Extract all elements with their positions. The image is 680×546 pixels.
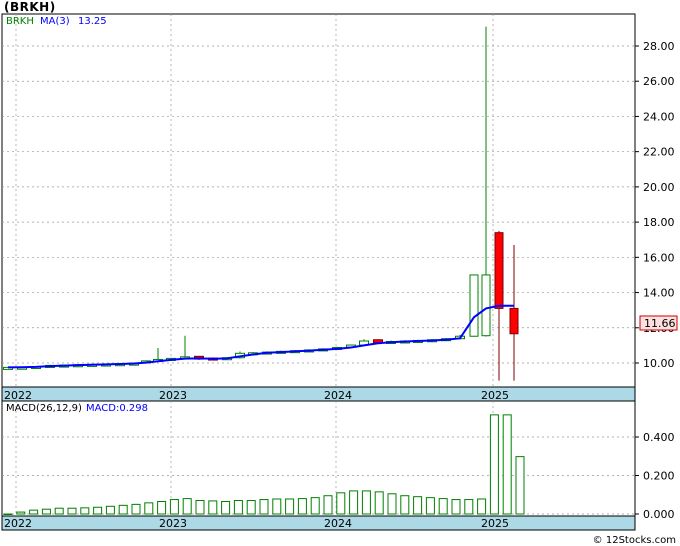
candle-body bbox=[469, 274, 479, 337]
price-xtick-label: 2025 bbox=[481, 389, 509, 402]
candle-body bbox=[509, 307, 519, 335]
macd-bar bbox=[131, 503, 141, 515]
price-xtick-label: 2023 bbox=[159, 389, 187, 402]
macd-xtick-label: 2024 bbox=[324, 517, 352, 530]
price-tick-label: 24.00 bbox=[643, 110, 675, 123]
macd-bar bbox=[464, 499, 474, 515]
macd-bar bbox=[233, 500, 243, 515]
macd-date-bar bbox=[1, 515, 636, 531]
price-tick-label: 18.00 bbox=[643, 216, 675, 229]
legend-symbol: BRKH bbox=[6, 16, 34, 27]
price-xtick-label: 2024 bbox=[324, 389, 352, 402]
macd-bar bbox=[41, 508, 51, 515]
macd-bar bbox=[477, 498, 487, 515]
macd-xtick-label: 2023 bbox=[159, 517, 187, 530]
macd-bar bbox=[246, 500, 256, 515]
macd-bar bbox=[387, 493, 397, 515]
legend-ma-label: MA(3) bbox=[40, 16, 70, 27]
macd-bar bbox=[221, 500, 231, 515]
price-xtick-label: 2022 bbox=[4, 389, 32, 402]
price-tick-label: 14.00 bbox=[643, 287, 675, 300]
macd-bar bbox=[438, 498, 448, 515]
macd-bar bbox=[195, 500, 205, 515]
macd-bar bbox=[413, 496, 423, 515]
macd-bar bbox=[80, 507, 90, 515]
price-date-bar bbox=[1, 386, 636, 402]
macd-bar bbox=[336, 492, 346, 515]
macd-bar bbox=[297, 498, 307, 515]
legend-macd-value: MACD:0.298 bbox=[86, 403, 148, 414]
macd-bar bbox=[3, 513, 13, 515]
site-credit: © 12Stocks.com bbox=[592, 535, 676, 546]
macd-bar bbox=[157, 500, 167, 515]
macd-bar bbox=[425, 497, 435, 515]
macd-tick-label: 0.400 bbox=[643, 431, 675, 444]
macd-bar bbox=[400, 495, 410, 515]
macd-bar bbox=[515, 456, 525, 515]
macd-bar bbox=[144, 502, 154, 515]
legend-macd-params: MACD(26,12,9) bbox=[6, 403, 82, 414]
macd-bar bbox=[285, 498, 295, 515]
macd-bar bbox=[502, 414, 512, 515]
macd-bar bbox=[105, 505, 115, 515]
price-tick-label: 22.00 bbox=[643, 146, 675, 159]
price-tick-label: 10.00 bbox=[643, 357, 675, 370]
macd-bar bbox=[29, 509, 39, 515]
macd-bar bbox=[16, 511, 26, 515]
macd-bar bbox=[451, 499, 461, 515]
macd-bar bbox=[374, 491, 384, 515]
macd-bar bbox=[310, 497, 320, 515]
macd-bar bbox=[169, 499, 179, 515]
macd-bar bbox=[118, 504, 128, 515]
macd-bar bbox=[272, 498, 282, 515]
price-tick-label: 20.00 bbox=[643, 181, 675, 194]
price-tick-label: 16.00 bbox=[643, 251, 675, 264]
legend-ma-value: 13.25 bbox=[78, 16, 107, 27]
macd-bar bbox=[349, 490, 359, 515]
macd-xtick-label: 2025 bbox=[481, 517, 509, 530]
macd-bar bbox=[93, 506, 103, 515]
macd-bar bbox=[323, 495, 333, 515]
price-tick-label: 28.00 bbox=[643, 40, 675, 53]
macd-bar bbox=[259, 499, 269, 515]
price-panel bbox=[1, 13, 636, 388]
macd-bar bbox=[54, 507, 64, 515]
price-tick-label: 26.00 bbox=[643, 75, 675, 88]
macd-bar bbox=[208, 500, 218, 515]
last-price-label: 11.66 bbox=[644, 317, 676, 330]
macd-tick-label: 0.000 bbox=[643, 508, 675, 521]
macd-bar bbox=[67, 507, 77, 515]
macd-xtick-label: 2022 bbox=[4, 517, 32, 530]
candle-body bbox=[494, 232, 504, 309]
macd-bar bbox=[361, 490, 371, 515]
stock-chart: 10.0012.0014.0016.0018.0020.0022.0024.00… bbox=[1, 13, 678, 531]
macd-tick-label: 0.200 bbox=[643, 470, 675, 483]
candle-body bbox=[481, 274, 491, 337]
macd-bar bbox=[489, 414, 499, 515]
macd-bar bbox=[182, 498, 192, 515]
